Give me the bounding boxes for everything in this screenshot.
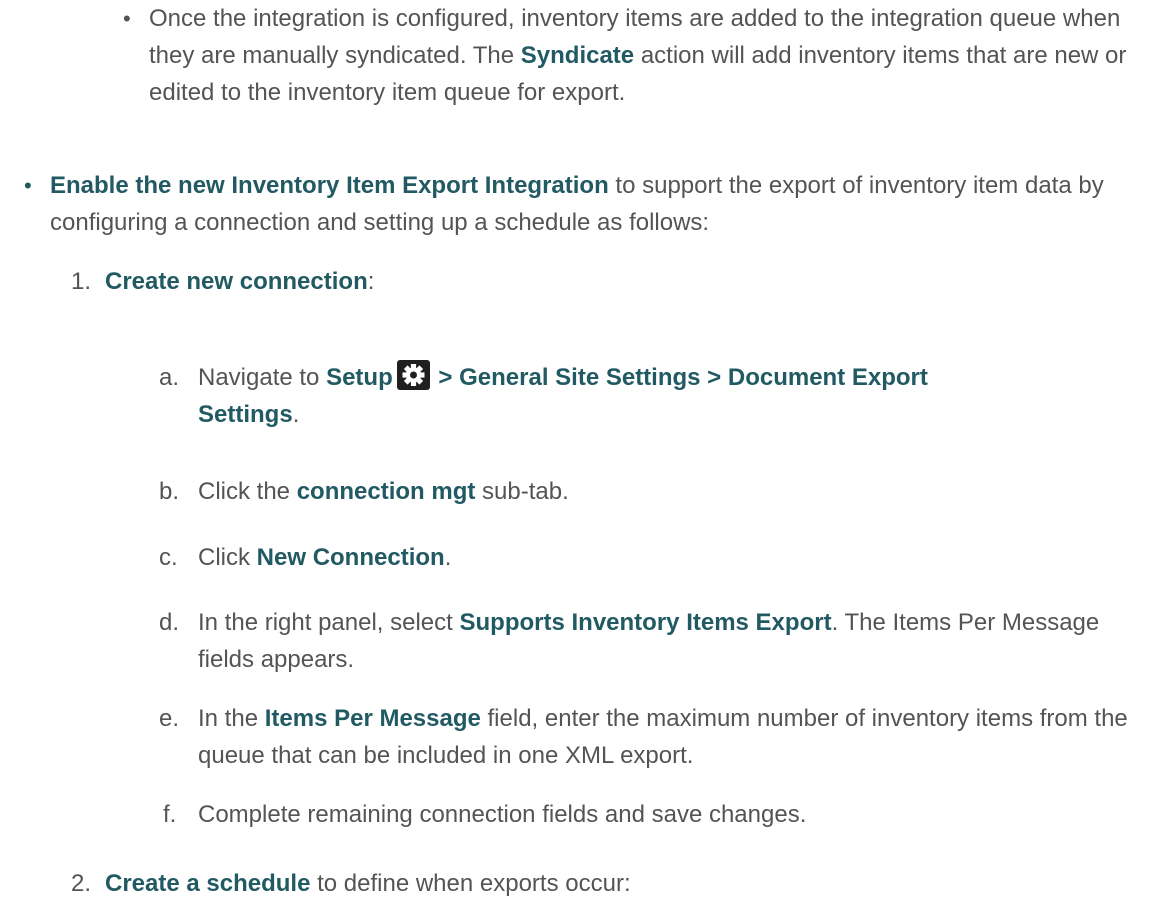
step-1-heading: Create new connection: bbox=[105, 263, 1105, 300]
text: In the right panel, select bbox=[198, 609, 460, 636]
step-marker: 1. bbox=[71, 268, 92, 295]
text: In the bbox=[198, 705, 265, 732]
substep-marker: c. bbox=[159, 544, 178, 571]
substep-b: Click the connection mgt sub-tab. bbox=[198, 473, 1098, 510]
sub-bullet-paragraph: Once the integration is configured, inve… bbox=[149, 0, 1139, 111]
text: Complete remaining connection fields and… bbox=[198, 801, 807, 828]
create-schedule-term: Create a schedule bbox=[105, 870, 311, 897]
substep-marker: d. bbox=[159, 609, 180, 636]
setup-term: Setup bbox=[326, 364, 393, 391]
substep-marker: f. bbox=[163, 801, 177, 828]
create-connection-term: Create new connection bbox=[105, 268, 368, 295]
bullet-dot: • bbox=[24, 173, 32, 198]
step-2-heading: Create a schedule to define when exports… bbox=[105, 865, 1105, 902]
substep-f: Complete remaining connection fields and… bbox=[198, 796, 1128, 833]
syndicate-term: Syndicate bbox=[520, 42, 635, 69]
enable-integration-term: Enable the new Inventory Item Export Int… bbox=[50, 172, 609, 199]
substep-marker: b. bbox=[159, 478, 180, 505]
text: to define when exports occur: bbox=[310, 870, 631, 897]
substep-marker: e. bbox=[159, 705, 180, 732]
text: Navigate to bbox=[198, 364, 327, 391]
text: . bbox=[444, 544, 452, 571]
new-connection-term: New Connection bbox=[256, 544, 445, 571]
main-bullet-paragraph: Enable the new Inventory Item Export Int… bbox=[50, 167, 1110, 241]
gear-icon bbox=[396, 360, 430, 390]
supports-inventory-export-term: Supports Inventory Items Export bbox=[459, 609, 832, 636]
text: . bbox=[292, 401, 300, 428]
text: : bbox=[367, 268, 375, 295]
text: Click the bbox=[198, 478, 297, 505]
bullet-dot: • bbox=[123, 6, 131, 31]
connection-mgt-term: connection mgt bbox=[296, 478, 476, 505]
substep-c: Click New Connection. bbox=[198, 539, 1098, 576]
substep-a: Navigate to Setup > General Site Setting… bbox=[198, 359, 958, 433]
text: Click bbox=[198, 544, 257, 571]
step-marker: 2. bbox=[71, 870, 92, 897]
text: sub-tab. bbox=[475, 478, 569, 505]
substep-marker: a. bbox=[159, 364, 180, 391]
substep-d: In the right panel, select Supports Inve… bbox=[198, 604, 1128, 678]
substep-e: In the Items Per Message field, enter th… bbox=[198, 700, 1128, 774]
items-per-message-term: Items Per Message bbox=[264, 705, 481, 732]
